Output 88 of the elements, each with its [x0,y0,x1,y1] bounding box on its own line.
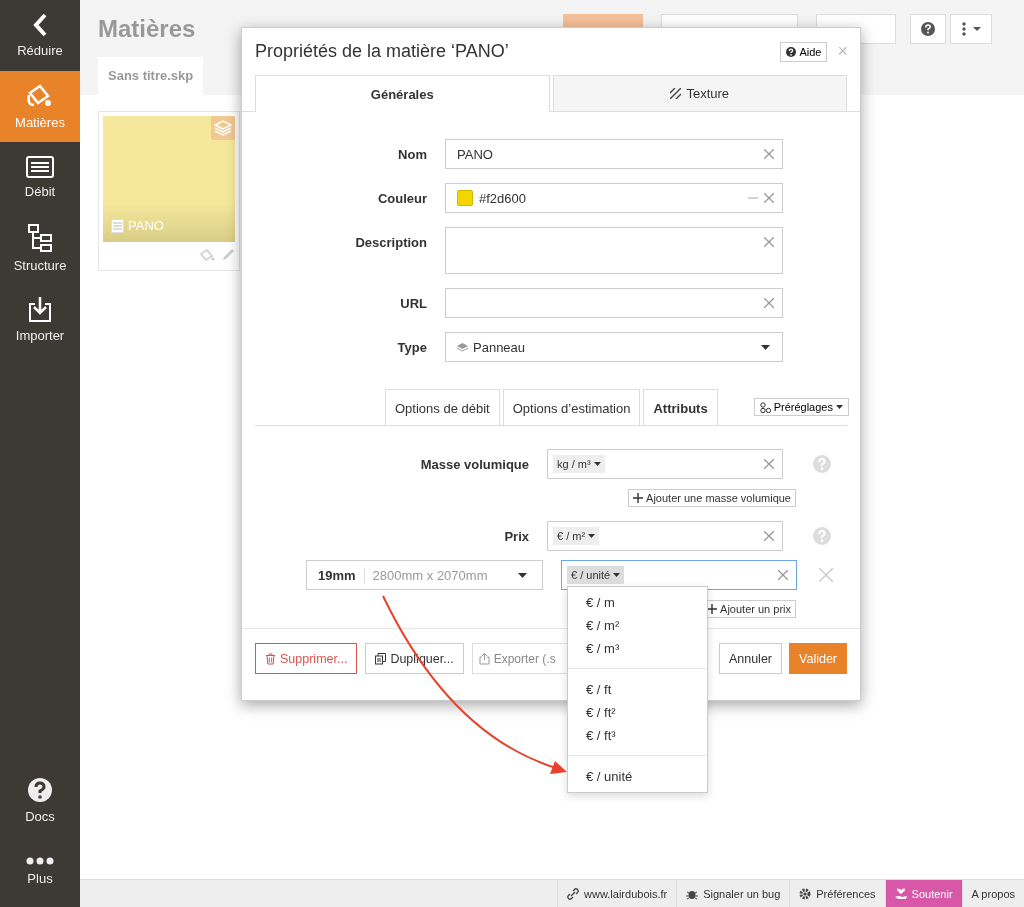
help-icon [813,455,831,473]
list-icon [26,156,54,178]
remove-icon [819,568,833,582]
caret-icon [588,534,596,538]
clear-icon [764,149,774,159]
field-label: Nom [397,146,427,162]
layers-icon [456,342,469,352]
more-icon [26,857,54,865]
clear-icon [764,459,774,469]
clear-icon [778,570,788,580]
sidebar-item[interactable]: Débit [0,142,80,213]
presets-button[interactable]: Préréglages [753,398,849,416]
page-title: Matières [98,14,196,43]
field-label: Description [354,234,427,250]
paint-bucket-icon [199,248,215,262]
tab[interactable]: Attributs [643,389,718,425]
active-unit-dropdown[interactable]: € / unité [567,566,625,584]
menu-item[interactable]: € / ft [568,678,707,701]
trash-icon [265,652,276,665]
paint-bucket-icon [26,83,54,109]
website-link[interactable]: www.lairdubois.fr [557,880,677,907]
caret-icon [518,572,527,578]
clear-icon [764,298,774,308]
kebab-icon [961,21,981,36]
gear-icon [799,887,812,900]
menu-item[interactable]: € / unité [568,765,707,788]
sidebar-item[interactable]: Structure [0,213,80,284]
plus-icon [633,493,644,503]
help-button[interactable]: Aide [780,41,828,62]
caret-icon [835,405,843,409]
tab[interactable]: Générales [255,75,550,112]
dialog-title: Propriétés de la matière ‘PANO’ [255,41,510,62]
field-label: URL [399,295,427,311]
material-name: PANO [128,218,164,233]
plus-icon [707,604,718,614]
description-box[interactable] [445,227,783,274]
input-field[interactable]: #f2d600 [445,183,783,213]
clear-icon [764,193,774,203]
help-icon [786,46,797,57]
add-button[interactable]: Ajouter une masse volumique [628,489,796,507]
tree-icon [27,224,53,252]
caret-icon [613,573,621,577]
tab[interactable]: Texture [552,75,847,111]
import-icon [28,296,52,322]
status-link[interactable]: Soutenir [884,880,962,907]
menu-item[interactable]: € / ft³ [568,724,707,747]
field-label: Masse volumique [419,456,529,472]
heart-hand-icon [894,887,907,900]
unit-dropdown[interactable]: kg / m³ [553,455,605,473]
hatch-icon [670,88,682,99]
field-label: Type [396,339,427,355]
help-icon [813,527,831,545]
price-unit-dropdown[interactable]: € / m² [553,527,600,545]
tab[interactable]: Options d’estimation [502,389,641,425]
sidebar-item[interactable]: Docs [0,765,80,836]
input-field[interactable]: € / m² [547,521,783,551]
copy-icon [375,652,387,665]
help-button[interactable] [910,13,946,44]
cancel-button[interactable]: Annuler [718,643,782,674]
caret-icon [593,462,601,466]
input-field[interactable]: kg / m³ [547,449,783,479]
tab[interactable]: Options de débit [385,389,500,425]
upload-icon [478,652,490,665]
status-link[interactable]: Préférences [789,880,885,907]
layers-icon [211,116,235,140]
clear-icon [764,237,774,247]
help-icon [921,21,935,36]
help-icon [27,777,53,803]
field-label: Couleur [376,190,427,206]
input-field[interactable]: PANO [445,139,783,169]
menu-item[interactable]: € / ft² [568,701,707,724]
delete-button[interactable]: Supprimer... [255,643,358,674]
sidebar-item[interactable]: Importer [0,284,80,355]
link-icon [567,887,580,900]
type-select[interactable]: Panneau [445,332,783,362]
clear-icon [764,531,774,541]
sidebar-item[interactable]: Plus [0,836,80,907]
field-label: Prix [503,528,529,544]
status-link[interactable]: Signaler un bug [676,880,790,907]
sidebar-item[interactable]: Réduire [0,0,80,71]
pencil-icon [221,248,235,262]
presets-icon [759,401,771,413]
panel-icon [111,218,124,233]
status-link[interactable]: A propos [961,880,1024,907]
caret-icon [761,344,770,350]
panel-size-select[interactable]: 19mm 2800mm x 2070mm [306,560,543,590]
input-field[interactable] [445,288,783,318]
chevron-left-icon [32,13,48,37]
